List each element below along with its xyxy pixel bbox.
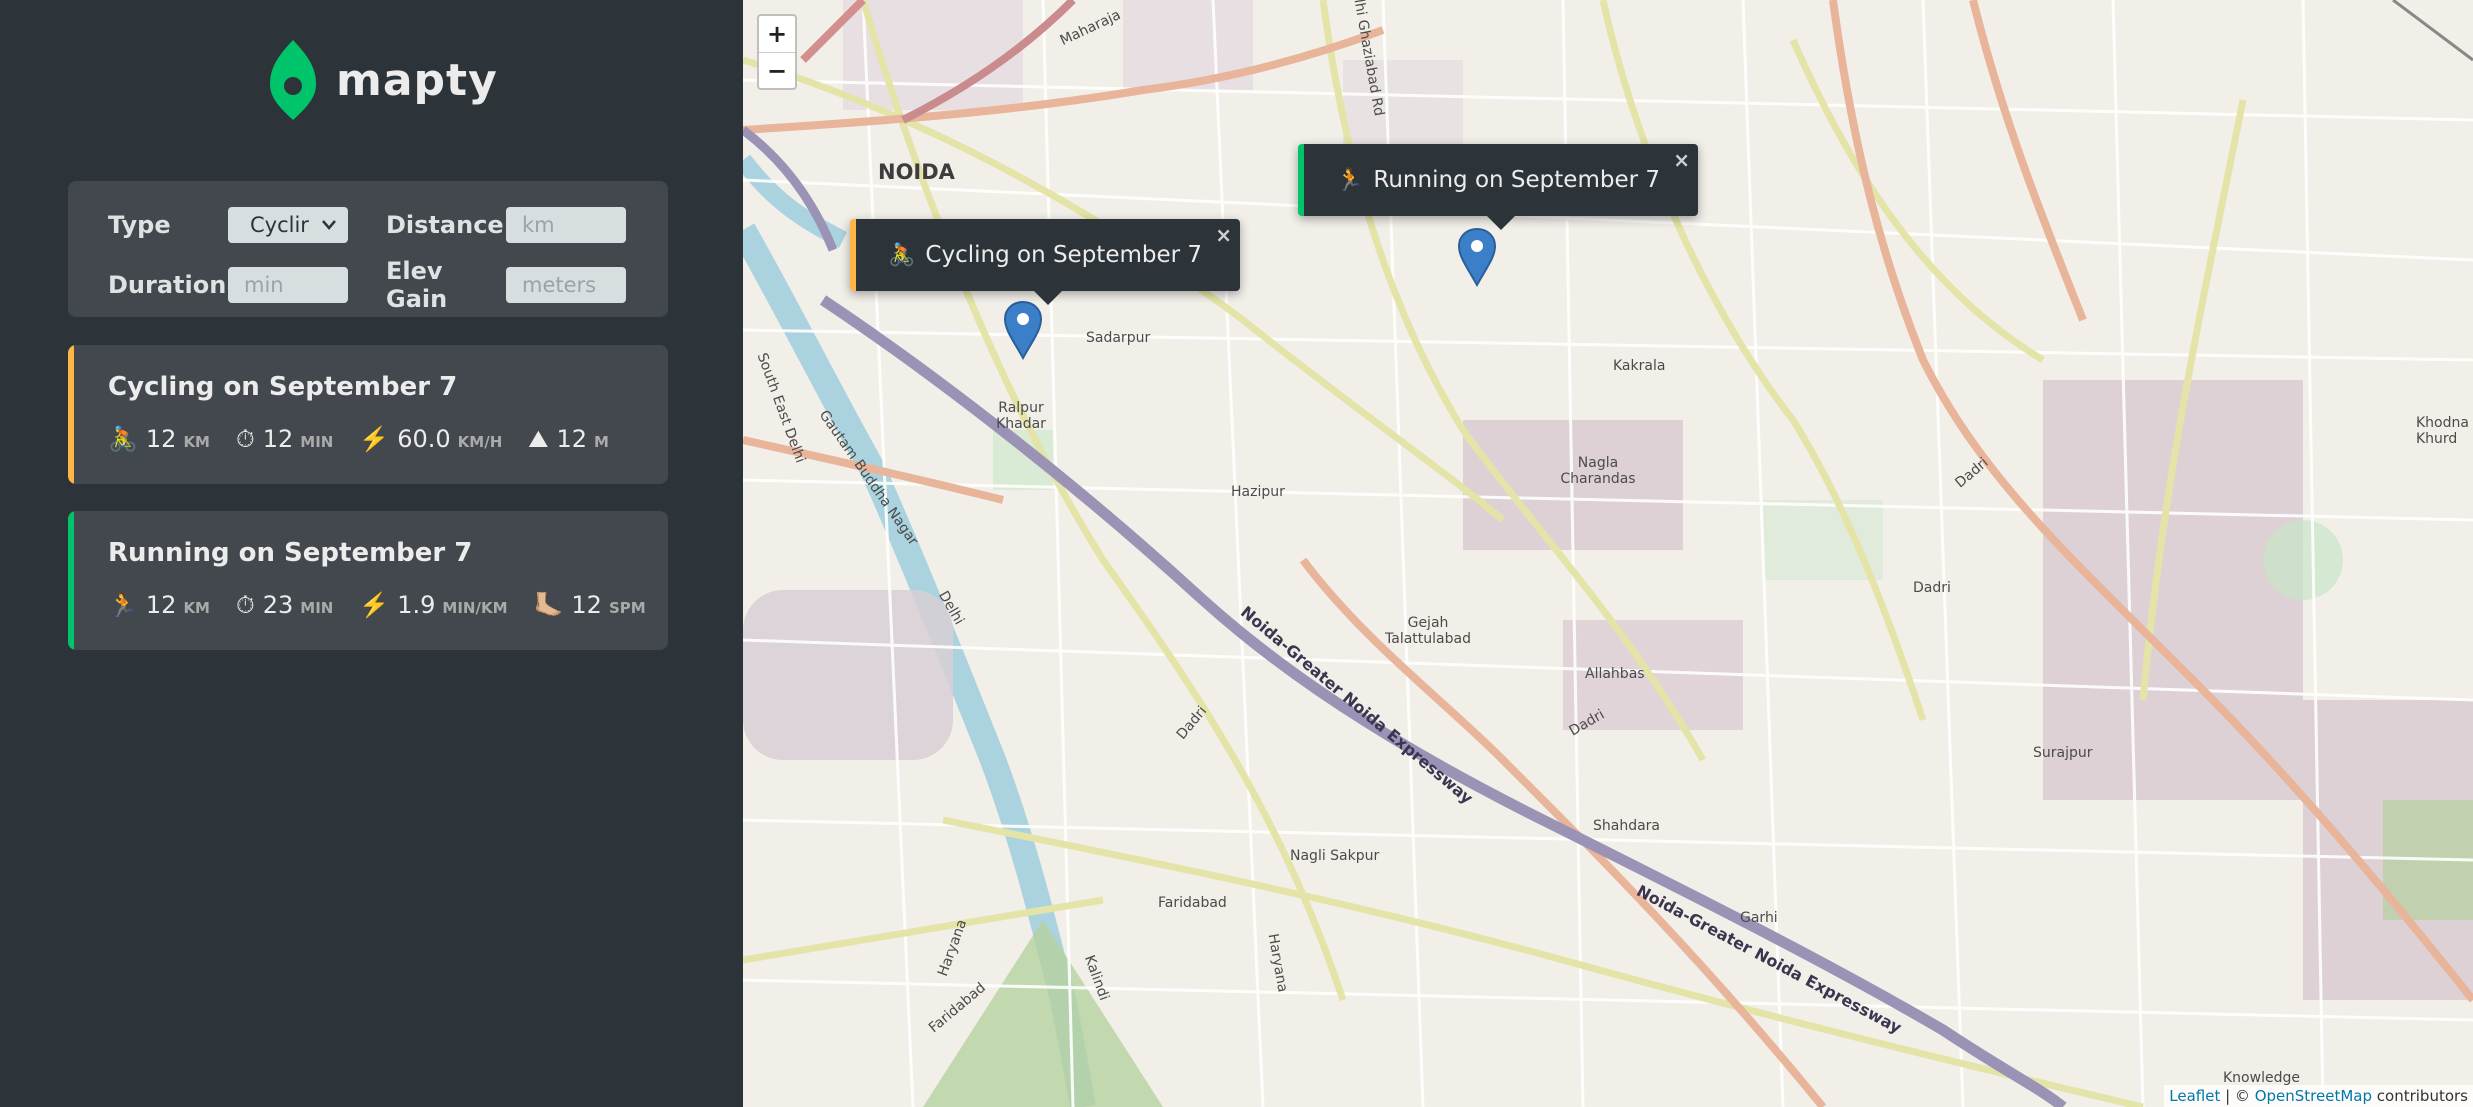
duration-input[interactable] [228, 267, 348, 303]
stat-unit: min/km [442, 599, 508, 617]
distance-input[interactable] [506, 207, 626, 243]
form-row-2: Duration Elev Gain [108, 257, 626, 313]
workout-title: Cycling on September 7 [108, 372, 458, 402]
form-row-1: Type Cyclir Distance [108, 207, 626, 243]
openstreetmap-link[interactable]: OpenStreetMap [2255, 1087, 2372, 1105]
map-label-nagli-sakpur: Nagli Sakpur [1290, 848, 1380, 864]
elev-gain-input[interactable] [506, 267, 626, 303]
stat-unit: min [300, 433, 334, 451]
stat-duration: ⏱ 12 min [236, 425, 333, 453]
stat-value: 12 [262, 425, 294, 453]
stat-value: 12 [556, 425, 587, 453]
mountain-icon: ⛰ [528, 425, 549, 453]
stat-unit: km [183, 433, 210, 451]
map-label-hazipur: Hazipur [1231, 484, 1285, 500]
stat-speed: ⚡️ 60.0 km/h [359, 425, 502, 453]
zoom-control: + − [757, 14, 797, 90]
map-label-shahdara: Shahdara [1593, 818, 1661, 834]
popup-running[interactable]: 🏃 Running on September 7 × [1298, 144, 1698, 230]
bicycle-icon: 🚴 [888, 242, 916, 268]
leaflet-link[interactable]: Leaflet [2169, 1087, 2220, 1105]
foot-icon: 🦶🏼 [533, 591, 564, 619]
map-label-nagla-charandas: Nagla Charandas [1560, 455, 1636, 487]
sidebar: mapty Type Cyclir Distance Duration Elev… [0, 0, 743, 1107]
map-label-faridabad: Faridabad [1158, 895, 1227, 911]
stat-value: 12 [571, 591, 602, 619]
map-marker-cycling[interactable] [1003, 300, 1043, 360]
lightning-icon: ⚡️ [359, 591, 390, 619]
app-title: mapty [336, 54, 498, 106]
map-pin-logo-icon [270, 40, 316, 120]
workout-card-running[interactable]: Running on September 7 🏃 12 km ⏱ 23 min … [68, 511, 668, 650]
map-label-surajpur: Surajpur [2033, 745, 2093, 761]
stopwatch-icon: ⏱ [236, 425, 255, 453]
map-label-khodna-khurd: Khodna Khurd [2416, 415, 2469, 447]
stopwatch-icon: ⏱ [236, 591, 255, 619]
stat-unit: spm [608, 599, 646, 617]
map-label-garhi: Garhi [1740, 910, 1778, 926]
close-icon[interactable]: × [1673, 148, 1690, 172]
stat-elevation: ⛰ 12 m [528, 425, 609, 453]
distance-label: Distance [386, 211, 504, 239]
map-label-gejah: Gejah Talattulabad [1385, 615, 1471, 647]
zoom-out-button[interactable]: − [759, 52, 795, 88]
workout-card-cycling[interactable]: Cycling on September 7 🚴 12 km ⏱ 12 min … [68, 345, 668, 484]
map-marker-running[interactable] [1457, 227, 1497, 287]
map[interactable]: NOIDA Sadarpur Ralpur Khadar Hazipur Kak… [743, 0, 2473, 1107]
attribution-separator: | © [2220, 1087, 2255, 1105]
workout-accent-bar [68, 345, 74, 484]
map-label-dadri-1: Dadri [1913, 580, 1951, 596]
stat-cadence: 🦶🏼 12 spm [534, 591, 646, 619]
runner-icon: 🏃 [108, 591, 138, 619]
stat-duration: ⏱ 23 min [236, 591, 333, 619]
stat-value: 23 [262, 591, 294, 619]
stat-unit: km/h [457, 433, 503, 451]
popup-text: Cycling on September 7 [925, 242, 1203, 268]
workout-accent-bar [68, 511, 74, 650]
map-label-sadarpur: Sadarpur [1086, 330, 1151, 346]
workout-stats: 🚴 12 km ⏱ 12 min ⚡️ 60.0 km/h ⛰ 12 m [108, 425, 635, 453]
attribution-contributors: contributors [2372, 1087, 2468, 1105]
chevron-down-icon [322, 220, 336, 230]
map-label-noida: NOIDA [878, 160, 955, 184]
stat-distance: 🏃 12 km [108, 591, 210, 619]
map-label-kakrala: Kakrala [1613, 358, 1666, 374]
map-label-ralpur-khadar: Ralpur Khadar [996, 400, 1046, 432]
zoom-in-button[interactable]: + [759, 16, 795, 52]
map-label-allahbas: Allahbas [1585, 666, 1645, 682]
popup-tip [1034, 291, 1063, 305]
stat-unit: m [593, 433, 609, 451]
close-icon[interactable]: × [1215, 223, 1232, 247]
popup-cycling[interactable]: 🚴 Cycling on September 7 × [850, 219, 1241, 305]
popup-tip [1487, 216, 1515, 230]
popup-text: Running on September 7 [1373, 167, 1660, 193]
stat-pace: ⚡️ 1.9 min/km [359, 591, 507, 619]
logo: mapty [270, 38, 498, 122]
stat-unit: km [183, 599, 210, 617]
stat-value: 60.0 [397, 425, 451, 453]
duration-label: Duration [108, 271, 227, 299]
stat-distance: 🚴 12 km [108, 425, 210, 453]
map-label-knowledge: Knowledge [2223, 1070, 2300, 1086]
stat-value: 12 [145, 591, 177, 619]
stat-value: 1.9 [397, 591, 436, 619]
runner-icon: 🏃 [1336, 167, 1364, 193]
bicycle-icon: 🚴 [108, 425, 138, 453]
workout-title: Running on September 7 [108, 538, 473, 568]
elev-gain-label: Elev Gain [386, 257, 448, 313]
type-label: Type [108, 211, 171, 239]
map-attribution: Leaflet | © OpenStreetMap contributors [2164, 1085, 2473, 1107]
type-select-value: Cyclir [250, 213, 309, 237]
workout-form: Type Cyclir Distance Duration Elev Gain [68, 181, 668, 317]
type-select[interactable]: Cyclir [228, 207, 348, 243]
lightning-icon: ⚡️ [359, 425, 390, 453]
stat-value: 12 [145, 425, 177, 453]
stat-unit: min [300, 599, 334, 617]
workout-stats: 🏃 12 km ⏱ 23 min ⚡️ 1.9 min/km 🦶🏼 12 spm [108, 591, 668, 619]
